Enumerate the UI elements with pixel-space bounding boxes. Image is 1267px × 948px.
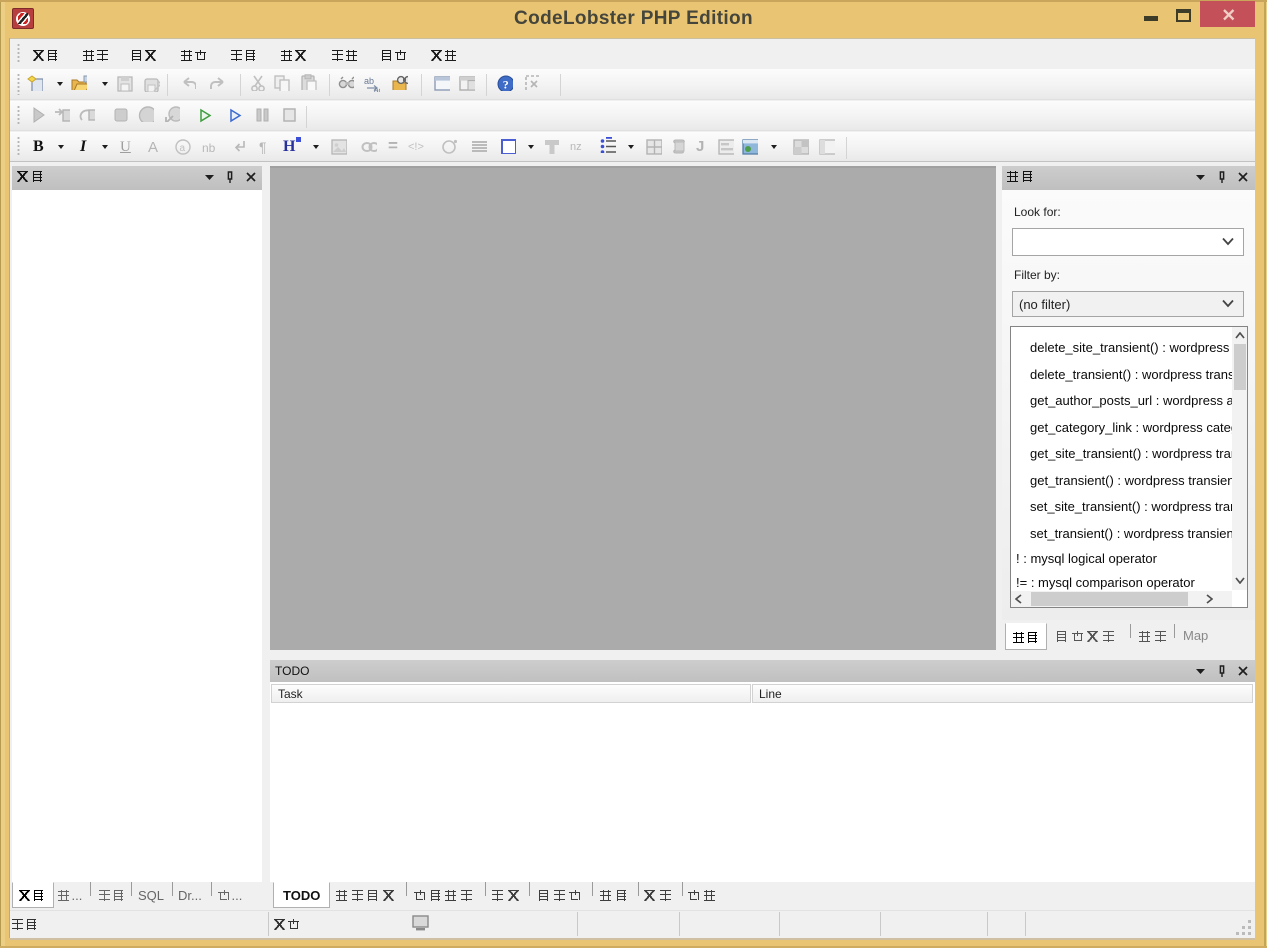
svg-text:ab: ab	[364, 76, 374, 86]
svg-text:?: ?	[503, 78, 509, 92]
svg-text:ac: ac	[374, 86, 380, 92]
svg-text:<!>: <!>	[408, 141, 424, 153]
svg-text:a: a	[180, 143, 186, 154]
